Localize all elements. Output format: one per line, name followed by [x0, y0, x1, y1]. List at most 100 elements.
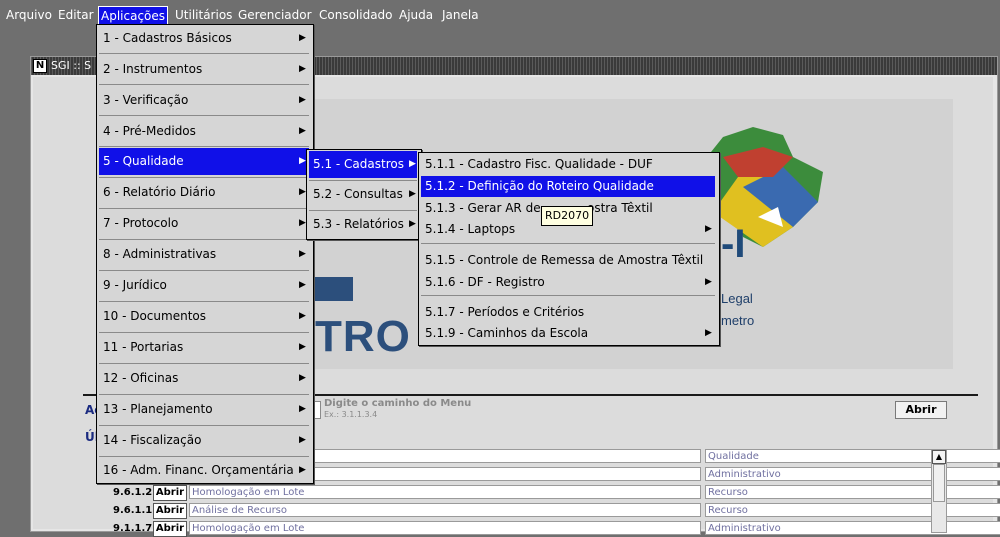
menu-item-label: 8 - Administrativas [103, 247, 217, 261]
menu-ajuda[interactable]: Ajuda [397, 6, 435, 24]
submenu-arrow-icon: ▶ [299, 311, 306, 321]
menu-item-juridico[interactable]: 9 - Jurídico ▶ [99, 272, 309, 299]
menu-item-label: 5.1.3 - Gerar AR de [425, 201, 541, 215]
menu-path-example: Ex.: 3.1.1.3.4 [324, 410, 378, 419]
scroll-up-icon[interactable]: ▲ [932, 450, 946, 464]
menu-path-hint: Digite o caminho do Menu [324, 398, 472, 409]
submenu-arrow-icon: ▶ [299, 187, 306, 197]
submenu-arrow-icon: ▶ [299, 465, 306, 475]
menu-utilitarios[interactable]: Utilitários [173, 6, 234, 24]
menu-item-label: 5.1.5 - Controle de Remessa de Amostra T… [425, 253, 704, 267]
menu-aplicacoes[interactable]: Aplicações [98, 6, 169, 26]
menu-separator [99, 425, 309, 426]
menu-item-5-1-cadastros[interactable]: 5.1 - Cadastros ▶ [309, 151, 417, 178]
menu-separator [421, 243, 715, 244]
menu-item-protocolo[interactable]: 7 - Protocolo ▶ [99, 210, 309, 237]
row-open-button[interactable]: Abrir [153, 521, 187, 537]
menu-item-5-1-2[interactable]: 5.1.2 - Definição do Roteiro Qualidade [421, 176, 715, 197]
menu-item-pre-medidos[interactable]: 4 - Pré-Medidos ▶ [99, 118, 309, 145]
menu-item-oficinas[interactable]: 12 - Oficinas ▶ [99, 365, 309, 392]
submenu-arrow-icon: ▶ [299, 342, 306, 352]
row-code: 9.6.1.1 [113, 505, 153, 516]
menu-item-label: 13 - Planejamento [103, 402, 213, 416]
menu-item-instrumentos[interactable]: 2 - Instrumentos ▶ [99, 56, 309, 83]
menu-item-5-1-7[interactable]: 5.1.7 - Períodos e Critérios [421, 301, 715, 323]
menu-item-label: 9 - Jurídico [103, 278, 167, 292]
window-title: SGI :: S [51, 59, 92, 72]
menu-item-5-3-relatorios[interactable]: 5.3 - Relatórios ▶ [309, 211, 417, 238]
submenu-arrow-icon: ▶ [299, 218, 306, 228]
submenu-arrow-icon: ▶ [299, 373, 306, 383]
menu-item-5-1-5[interactable]: 5.1.5 - Controle de Remessa de Amostra T… [421, 249, 715, 271]
menu-item-qualidade[interactable]: 5 - Qualidade ▶ [99, 148, 309, 175]
menu-separator [99, 239, 309, 240]
menu-item-label: 5.1.1 - Cadastro Fisc. Qualidade - DUF [425, 157, 653, 171]
submenu-arrow-icon: ▶ [409, 219, 416, 229]
menu-item-label: 6 - Relatório Diário [103, 185, 216, 199]
row-category: Qualidade [705, 449, 1000, 463]
menu-arquivo[interactable]: Arquivo [4, 6, 54, 24]
menu-item-adm-financ[interactable]: 16 - Adm. Financ. Orçamentária ▶ [99, 457, 309, 484]
menu-separator [99, 115, 309, 116]
row-open-button[interactable]: Abrir [153, 485, 187, 501]
menu-item-5-2-consultas[interactable]: 5.2 - Consultas ▶ [309, 181, 417, 208]
menu-item-label: 5.2 - Consultas [313, 187, 403, 201]
menu-item-5-1-1[interactable]: 5.1.1 - Cadastro Fisc. Qualidade - DUF [421, 153, 715, 175]
scroll-thumb[interactable] [933, 464, 945, 502]
menu-janela[interactable]: Janela [440, 6, 481, 24]
menu-separator [99, 394, 309, 395]
menu-item-portarias[interactable]: 11 - Portarias ▶ [99, 334, 309, 361]
menu-item-label: 5.3 - Relatórios [313, 217, 404, 231]
menu-editar[interactable]: Editar [56, 6, 96, 24]
cadastros-submenu: 5.1.1 - Cadastro Fisc. Qualidade - DUF 5… [418, 152, 720, 346]
logo-text-legal: Legal [721, 291, 753, 306]
row-code: 9.6.1.2 [113, 487, 153, 498]
menu-item-documentos[interactable]: 10 - Documentos ▶ [99, 303, 309, 330]
menu-item-planejamento[interactable]: 13 - Planejamento ▶ [99, 396, 309, 423]
vertical-scrollbar[interactable]: ▲ [931, 449, 947, 533]
menu-gerenciador[interactable]: Gerenciador [236, 6, 314, 24]
submenu-arrow-icon: ▶ [299, 404, 306, 414]
menu-item-label: 1 - Cadastros Básicos [103, 31, 232, 45]
window-app-icon: N [33, 59, 47, 73]
menu-item-label: 14 - Fiscalização [103, 433, 202, 447]
row-category: Administrativo [705, 521, 1000, 535]
menu-consolidado[interactable]: Consolidado [317, 6, 395, 24]
row-open-button[interactable]: Abrir [153, 503, 187, 519]
menu-item-label: 3 - Verificação [103, 93, 189, 107]
submenu-arrow-icon: ▶ [299, 95, 306, 105]
row-description: Homologação em Lote [189, 521, 701, 535]
menu-item-label: 5.1.2 - Definição do Roteiro Qualidade [425, 179, 654, 193]
menu-item-cadastros-basicos[interactable]: 1 - Cadastros Básicos ▶ [99, 25, 309, 52]
logo-text-i: -I [721, 222, 746, 266]
menu-separator [99, 208, 309, 209]
submenu-arrow-icon: ▶ [299, 435, 306, 445]
qualidade-submenu: 5.1 - Cadastros ▶ 5.2 - Consultas ▶ 5.3 - … [306, 149, 422, 240]
row-category: Recurso [705, 485, 1000, 499]
menu-separator [99, 53, 309, 54]
menu-item-label: 5.1 - Cadastros [313, 157, 404, 171]
submenu-arrow-icon: ▶ [705, 224, 712, 234]
menu-separator [99, 270, 309, 271]
submenu-arrow-icon: ▶ [705, 328, 712, 338]
menu-item-label: 2 - Instrumentos [103, 62, 203, 76]
row-description: Homologação em Lote [189, 485, 701, 499]
submenu-arrow-icon: ▶ [299, 33, 306, 43]
menu-item-label: 11 - Portarias [103, 340, 184, 354]
menu-item-5-1-9[interactable]: 5.1.9 - Caminhos da Escola ▶ [421, 323, 715, 344]
menu-item-fiscalizacao[interactable]: 14 - Fiscalização ▶ [99, 427, 309, 454]
open-button[interactable]: Abrir [895, 401, 947, 419]
menu-item-administrativas[interactable]: 8 - Administrativas ▶ [99, 241, 309, 268]
submenu-arrow-icon: ▶ [705, 277, 712, 287]
menu-item-5-1-6[interactable]: 5.1.6 - DF - Registro ▶ [421, 271, 715, 293]
logo-text-metro: metro [721, 313, 755, 328]
menu-item-label: 10 - Documentos [103, 309, 206, 323]
submenu-arrow-icon: ▶ [299, 280, 306, 290]
submenu-arrow-icon: ▶ [299, 156, 306, 166]
row-category: Recurso [705, 503, 1000, 517]
menu-item-label: 12 - Oficinas [103, 371, 179, 385]
menu-item-relatorio-diario[interactable]: 6 - Relatório Diário ▶ [99, 179, 309, 206]
menu-item-verificacao[interactable]: 3 - Verificação ▶ [99, 87, 309, 114]
aplicacoes-menu: 1 - Cadastros Básicos ▶ 2 - Instrumentos ▶… [96, 24, 314, 484]
menu-separator [99, 146, 309, 147]
